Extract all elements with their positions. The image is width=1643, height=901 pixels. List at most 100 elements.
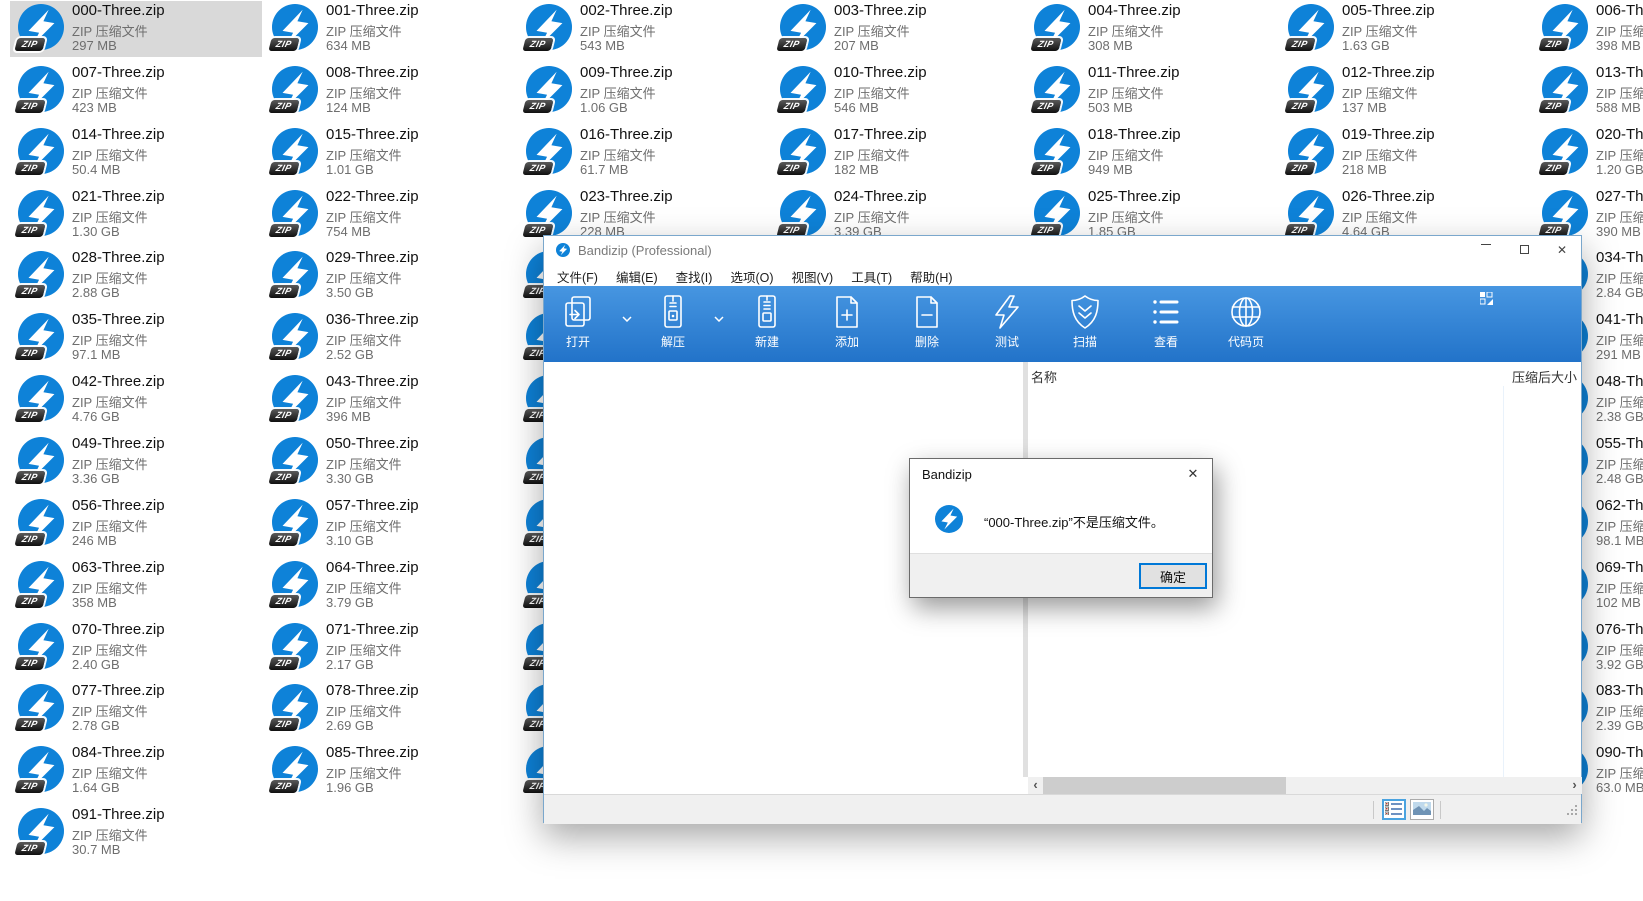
file-tile[interactable]: ZIP017-Three.zipZIP 压缩文件182 MB bbox=[772, 125, 1024, 181]
scroll-left-icon[interactable]: ‹ bbox=[1028, 777, 1043, 794]
dialog-title: Bandizip bbox=[922, 467, 972, 482]
dialog-close-icon[interactable]: ✕ bbox=[1180, 463, 1206, 485]
file-tile[interactable]: ZIP013-Three.zipZIP 压缩文件588 MB bbox=[1534, 63, 1643, 119]
scroll-right-icon[interactable]: › bbox=[1567, 777, 1582, 794]
toolbar-label: 测试 bbox=[975, 333, 1039, 350]
file-tile[interactable]: ZIP015-Three.zipZIP 压缩文件1.01 GB bbox=[264, 125, 516, 181]
file-tile[interactable]: ZIP043-Three.zipZIP 压缩文件396 MB bbox=[264, 372, 516, 428]
file-tile[interactable]: ZIP091-Three.zipZIP 压缩文件30.7 MB bbox=[10, 805, 262, 861]
toolbar-label: 扫描 bbox=[1053, 333, 1117, 350]
file-tile[interactable]: ZIP077-Three.zipZIP 压缩文件2.78 GB bbox=[10, 681, 262, 737]
toolbar-button-scan[interactable]: 扫描 bbox=[1053, 294, 1117, 350]
file-tile[interactable]: ZIP009-Three.zipZIP 压缩文件1.06 GB bbox=[518, 63, 770, 119]
file-tile[interactable]: ZIP021-Three.zipZIP 压缩文件1.30 GB bbox=[10, 187, 262, 243]
file-tile[interactable]: ZIP018-Three.zipZIP 压缩文件949 MB bbox=[1026, 125, 1278, 181]
file-type: ZIP 压缩文件 bbox=[326, 516, 419, 533]
minimize-button[interactable] bbox=[1467, 236, 1505, 264]
file-type: ZIP 压缩文件 bbox=[326, 392, 419, 409]
ok-button[interactable]: 确定 bbox=[1139, 563, 1207, 589]
toolbar-button-test[interactable]: 测试 bbox=[975, 294, 1039, 350]
file-tile[interactable]: ZIP042-Three.zipZIP 压缩文件4.76 GB bbox=[10, 372, 262, 428]
file-tile[interactable]: ZIP011-Three.zipZIP 压缩文件503 MB bbox=[1026, 63, 1278, 119]
scrollbar-thumb[interactable] bbox=[1043, 777, 1286, 794]
file-tile[interactable]: ZIP028-Three.zipZIP 压缩文件2.88 GB bbox=[10, 248, 262, 304]
file-tile[interactable]: ZIP070-Three.zipZIP 压缩文件2.40 GB bbox=[10, 620, 262, 676]
toolbar-button-add[interactable]: 添加 bbox=[815, 294, 879, 350]
file-tile[interactable]: ZIP001-Three.zipZIP 压缩文件634 MB bbox=[264, 1, 516, 57]
file-tile[interactable]: ZIP035-Three.zipZIP 压缩文件97.1 MB bbox=[10, 310, 262, 366]
file-name: 000-Three.zip bbox=[72, 2, 165, 21]
file-tile[interactable]: ZIP064-Three.zipZIP 压缩文件3.79 GB bbox=[264, 558, 516, 614]
thumbnail-view-button[interactable] bbox=[1410, 799, 1434, 820]
file-name: 018-Three.zip bbox=[1088, 126, 1181, 145]
file-type: ZIP 压缩文件 bbox=[72, 207, 165, 224]
file-tile[interactable]: ZIP020-Three.zipZIP 压缩文件1.20 GB bbox=[1534, 125, 1643, 181]
file-name: 009-Three.zip bbox=[580, 64, 673, 83]
file-tile[interactable]: ZIP002-Three.zipZIP 压缩文件543 MB bbox=[518, 1, 770, 57]
file-tile[interactable]: ZIP012-Three.zipZIP 压缩文件137 MB bbox=[1280, 63, 1532, 119]
file-size: 63.0 MB bbox=[1596, 780, 1643, 797]
toolbar-button-view[interactable]: 查看 bbox=[1134, 294, 1198, 350]
file-tile[interactable]: ZIP078-Three.zipZIP 压缩文件2.69 GB bbox=[264, 681, 516, 737]
layout-grid-icon[interactable] bbox=[1480, 292, 1493, 310]
file-type: ZIP 压缩文件 bbox=[1596, 701, 1643, 718]
toolbar-button-remove[interactable]: 删除 bbox=[895, 294, 959, 350]
file-type: ZIP 压缩文件 bbox=[326, 268, 419, 285]
file-tile[interactable]: ZIP084-Three.zipZIP 压缩文件1.64 GB bbox=[10, 743, 262, 799]
file-size: 1.96 GB bbox=[326, 780, 419, 797]
zip-file-icon: ZIP bbox=[272, 561, 318, 607]
toolbar-button-newarc[interactable]: 新建 bbox=[735, 294, 799, 350]
chevron-down-icon[interactable] bbox=[714, 316, 724, 322]
file-type: ZIP 压缩文件 bbox=[1596, 83, 1643, 100]
file-tile[interactable]: ZIP029-Three.zipZIP 压缩文件3.50 GB bbox=[264, 248, 516, 304]
window-title: Bandizip (Professional) bbox=[578, 243, 712, 258]
file-tile[interactable]: ZIP022-Three.zipZIP 压缩文件754 MB bbox=[264, 187, 516, 243]
file-tile[interactable]: ZIP056-Three.zipZIP 压缩文件246 MB bbox=[10, 496, 262, 552]
file-tile[interactable]: ZIP016-Three.zipZIP 压缩文件61.7 MB bbox=[518, 125, 770, 181]
file-size: 2.17 GB bbox=[326, 657, 419, 674]
maximize-button[interactable] bbox=[1505, 236, 1543, 264]
zip-file-icon: ZIP bbox=[18, 375, 64, 421]
file-tile[interactable]: ZIP000-Three.zipZIP 压缩文件297 MB bbox=[10, 1, 262, 57]
file-tile[interactable]: ZIP005-Three.zipZIP 压缩文件1.63 GB bbox=[1280, 1, 1532, 57]
details-view-button[interactable] bbox=[1382, 799, 1406, 820]
toolbar-button-open[interactable]: 打开 bbox=[546, 294, 610, 350]
column-header-name[interactable]: 名称 bbox=[1031, 367, 1057, 386]
file-type: ZIP 压缩文件 bbox=[580, 207, 673, 224]
close-button[interactable]: ✕ bbox=[1543, 236, 1581, 264]
file-tile[interactable]: ZIP014-Three.zipZIP 压缩文件50.4 MB bbox=[10, 125, 262, 181]
file-tile[interactable]: ZIP010-Three.zipZIP 压缩文件546 MB bbox=[772, 63, 1024, 119]
file-tile[interactable]: ZIP008-Three.zipZIP 压缩文件124 MB bbox=[264, 63, 516, 119]
newarc-icon bbox=[735, 294, 799, 330]
file-size: 97.1 MB bbox=[72, 347, 165, 364]
file-size: 423 MB bbox=[72, 100, 165, 117]
title-bar[interactable]: Bandizip (Professional) ✕ bbox=[544, 236, 1581, 264]
toolbar-button-extract[interactable]: 解压 bbox=[641, 294, 705, 350]
resize-grip[interactable] bbox=[1566, 803, 1578, 821]
file-tile[interactable]: ZIP036-Three.zipZIP 压缩文件2.52 GB bbox=[264, 310, 516, 366]
file-tile[interactable]: ZIP057-Three.zipZIP 压缩文件3.10 GB bbox=[264, 496, 516, 552]
file-tile[interactable]: ZIP085-Three.zipZIP 压缩文件1.96 GB bbox=[264, 743, 516, 799]
file-tile[interactable]: ZIP006-Three.zipZIP 压缩文件398 MB bbox=[1534, 1, 1643, 57]
file-type: ZIP 压缩文件 bbox=[1596, 21, 1643, 38]
file-tile[interactable]: ZIP007-Three.zipZIP 压缩文件423 MB bbox=[10, 63, 262, 119]
toolbar-button-codepage[interactable]: 代码页 bbox=[1214, 294, 1278, 350]
zip-file-icon: ZIP bbox=[272, 4, 318, 50]
file-tile[interactable]: ZIP071-Three.zipZIP 压缩文件2.17 GB bbox=[264, 620, 516, 676]
file-tile[interactable]: ZIP063-Three.zipZIP 压缩文件358 MB bbox=[10, 558, 262, 614]
file-size: 2.69 GB bbox=[326, 718, 419, 735]
file-type: ZIP 压缩文件 bbox=[72, 640, 165, 657]
zip-file-icon: ZIP bbox=[18, 623, 64, 669]
horizontal-scrollbar[interactable]: ‹ › bbox=[1028, 777, 1582, 794]
file-size: 4.76 GB bbox=[72, 409, 165, 426]
toolbar-label: 新建 bbox=[735, 333, 799, 350]
file-tile[interactable]: ZIP003-Three.zipZIP 压缩文件207 MB bbox=[772, 1, 1024, 57]
file-tile[interactable]: ZIP049-Three.zipZIP 压缩文件3.36 GB bbox=[10, 434, 262, 490]
file-tile[interactable]: ZIP050-Three.zipZIP 压缩文件3.30 GB bbox=[264, 434, 516, 490]
file-name: 077-Three.zip bbox=[72, 682, 165, 701]
file-name: 004-Three.zip bbox=[1088, 2, 1181, 21]
file-tile[interactable]: ZIP019-Three.zipZIP 压缩文件218 MB bbox=[1280, 125, 1532, 181]
chevron-down-icon[interactable] bbox=[622, 316, 632, 322]
column-header-packed-size[interactable]: 压缩后大小 bbox=[1512, 367, 1582, 386]
file-tile[interactable]: ZIP004-Three.zipZIP 压缩文件308 MB bbox=[1026, 1, 1278, 57]
